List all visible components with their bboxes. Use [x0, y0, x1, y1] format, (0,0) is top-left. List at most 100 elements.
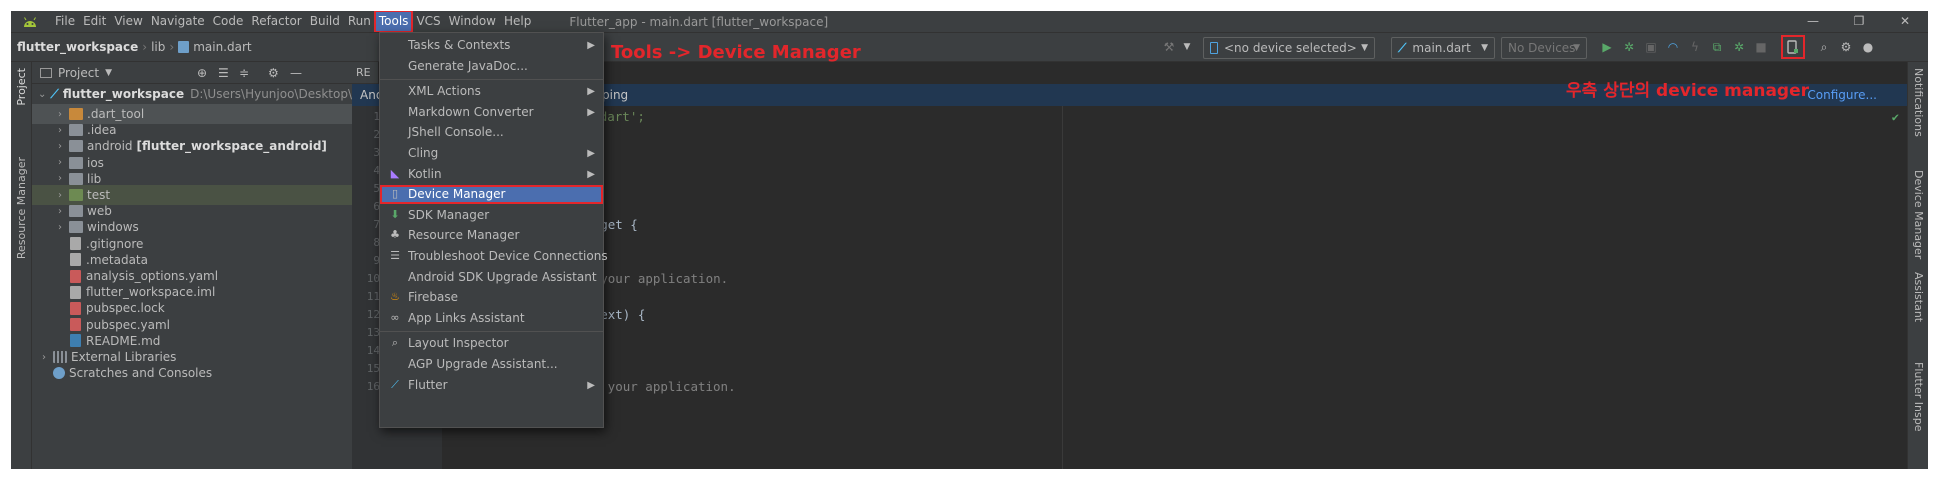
chevron-right-icon[interactable]: › — [54, 222, 66, 233]
menu-view[interactable]: View — [110, 11, 146, 32]
chevron-right-icon[interactable]: › — [54, 125, 66, 136]
link-icon: ∞ — [390, 310, 400, 324]
tools-menu-item-cling[interactable]: Cling ▶ — [380, 144, 603, 163]
menu-separator — [380, 79, 603, 81]
tools-menu-item-tasks-contexts[interactable]: Tasks & Contexts ▶ — [380, 36, 603, 55]
code-editor[interactable]: ✔ material.dart';elessWidget {});root of… — [412, 106, 1907, 469]
module-label: [flutter_workspace_android] — [136, 139, 327, 154]
gear-icon[interactable]: ⚙ — [268, 66, 279, 80]
project-tree-item-label: .gitignore — [86, 236, 144, 251]
coverage-icon[interactable]: ▣ — [1643, 39, 1659, 55]
notifications-tool-tab[interactable]: Notifications — [1912, 68, 1925, 137]
tools-menu-item-kotlin[interactable]: ◣ Kotlin ▶ — [380, 165, 603, 184]
tools-menu-item-android-sdk-upgrade-assistant[interactable]: Android SDK Upgrade Assistant — [380, 268, 603, 287]
menu-file[interactable]: File — [51, 11, 79, 32]
tools-menu-item-xml-actions[interactable]: XML Actions ▶ — [380, 82, 603, 101]
locate-icon[interactable]: ⊕ — [197, 66, 207, 80]
tools-menu-item-sdk-manager[interactable]: ⬇ SDK Manager — [380, 206, 603, 225]
annotation-top-right-device-manager: 우측 상단의 device manager — [1566, 81, 1810, 101]
project-tree-item-label: analysis_options.yaml — [86, 269, 219, 283]
hot-reload-icon[interactable]: ϟ — [1687, 39, 1703, 55]
tools-menu-item-troubleshoot-device-connections[interactable]: ☰ Troubleshoot Device Connections — [380, 247, 608, 266]
tools-menu-item-generate-javadoc[interactable]: Generate JavaDoc... — [380, 57, 603, 76]
menu-navigate[interactable]: Navigate — [147, 11, 209, 32]
left-tool-strip: Project Resource Manager — [11, 62, 32, 469]
breadcrumb-file[interactable]: main.dart — [193, 40, 251, 54]
chevron-right-icon[interactable]: › — [54, 157, 66, 168]
debug-icon[interactable]: ✲ — [1621, 39, 1637, 55]
menu-item-label: Generate JavaDoc... — [408, 58, 528, 73]
tools-menu-item-jshell-console[interactable]: JShell Console... — [380, 123, 603, 142]
devices-selector[interactable]: No Devices ▼ — [1501, 37, 1587, 59]
submenu-arrow-icon: ▶ — [587, 40, 595, 51]
menu-vcs[interactable]: VCS — [412, 11, 444, 32]
chevron-down-icon[interactable]: ▼ — [105, 68, 112, 78]
menu-code[interactable]: Code — [209, 11, 248, 32]
chevron-right-icon[interactable]: › — [54, 173, 66, 184]
menu-run[interactable]: Run — [344, 11, 375, 32]
minimize-button[interactable]: — — [1790, 11, 1836, 32]
menu-item-label: AGP Upgrade Assistant... — [408, 357, 558, 371]
search-icon[interactable]: ⌕ — [1816, 39, 1832, 55]
tools-menu-item-app-links-assistant[interactable]: ∞ App Links Assistant — [380, 309, 603, 328]
tools-menu-item-markdown-converter[interactable]: Markdown Converter ▶ — [380, 103, 603, 122]
project-tree-item-label: .dart_tool — [87, 107, 145, 121]
device-manager-icon[interactable] — [1781, 35, 1805, 59]
sdk-manager-icon: ⬇ — [390, 207, 400, 221]
project-tree-item-label: windows — [87, 220, 139, 235]
editor-tab[interactable]: RE — [352, 62, 378, 84]
attach-debugger-icon[interactable]: ✲ — [1731, 39, 1747, 55]
profiler-icon[interactable]: ◠ — [1665, 39, 1681, 55]
breadcrumb-project[interactable]: flutter_workspace — [17, 40, 138, 54]
menu-build[interactable]: Build — [306, 11, 344, 32]
hammer-icon[interactable]: ⚒ — [1161, 39, 1177, 55]
tools-menu-item-flutter[interactable]: ⟋ Flutter ▶ — [380, 376, 603, 395]
project-tool-tab[interactable]: Project — [15, 68, 28, 106]
tools-menu-item-agp-upgrade-assistant[interactable]: AGP Upgrade Assistant... — [380, 355, 603, 374]
project-view-selector[interactable]: Project — [58, 66, 99, 80]
stop-icon[interactable]: ■ — [1753, 39, 1769, 55]
project-root[interactable]: ⌄ ⟋ flutter_workspace D:\Users\Hyunjoo\D… — [32, 84, 352, 104]
close-button[interactable]: ✕ — [1882, 11, 1928, 32]
chevron-right-icon[interactable]: › — [54, 109, 66, 120]
tools-menu-item-resource-manager[interactable]: ♣ Resource Manager — [380, 226, 603, 245]
restore-button[interactable]: ❐ — [1836, 11, 1882, 32]
chevron-right-icon[interactable]: › — [38, 352, 50, 363]
expand-all-icon[interactable]: ☰ — [218, 66, 229, 80]
menu-refactor[interactable]: Refactor — [247, 11, 305, 32]
hide-icon[interactable]: — — [290, 66, 302, 80]
menu-window[interactable]: Window — [445, 11, 500, 32]
chevron-right-icon[interactable]: › — [54, 206, 66, 217]
menu-item-label: Tasks & Contexts — [408, 38, 511, 52]
assistant-tool-tab[interactable]: Assistant — [1912, 272, 1925, 322]
gear-icon[interactable]: ⚙ — [1838, 39, 1854, 55]
tools-menu-item-layout-inspector[interactable]: ⌕ Layout Inspector — [380, 334, 603, 353]
device-selector[interactable]: <no device selected> ▼ — [1203, 37, 1375, 59]
configure-link[interactable]: Configure... — [1807, 88, 1877, 102]
resource-manager-tool-tab[interactable]: Resource Manager — [15, 157, 28, 259]
account-icon[interactable]: ● — [1860, 39, 1876, 55]
tools-menu-item-device-manager[interactable]: ▯ Device Manager — [380, 185, 603, 205]
menu-help[interactable]: Help — [500, 11, 535, 32]
breadcrumb-lib[interactable]: lib — [151, 40, 165, 54]
collapse-all-icon[interactable]: ≑ — [239, 66, 249, 80]
project-tree-item-label: Scratches and Consoles — [69, 366, 213, 381]
menu-tools[interactable]: Tools — [373, 11, 414, 33]
menu-item-label: Flutter — [408, 377, 448, 392]
menu-edit[interactable]: Edit — [79, 11, 110, 32]
chevron-down-icon[interactable]: ⌄ — [38, 89, 46, 100]
tools-menu-item-firebase[interactable]: ♨ Firebase — [380, 288, 603, 307]
project-tree-item[interactable]: Scratches and Consoles — [32, 363, 352, 383]
flutter-inspector-tool-tab[interactable]: Flutter Inspe — [1912, 362, 1925, 431]
run-icon[interactable]: ▶ — [1599, 39, 1615, 55]
chevron-down-icon[interactable]: ▼ — [1179, 39, 1195, 55]
apply-changes-icon[interactable]: ⧉ — [1709, 39, 1725, 55]
folder-icon — [69, 140, 83, 153]
chevron-down-icon: ▼ — [1573, 43, 1580, 53]
chevron-right-icon[interactable]: › — [54, 141, 66, 152]
folder-icon — [69, 124, 83, 137]
run-config-selector[interactable]: ⟋ main.dart ▼ — [1391, 37, 1495, 59]
chevron-right-icon[interactable]: › — [54, 190, 66, 201]
device-manager-tool-tab[interactable]: Device Manager — [1912, 170, 1925, 259]
android-studio-logo-icon — [19, 11, 41, 32]
